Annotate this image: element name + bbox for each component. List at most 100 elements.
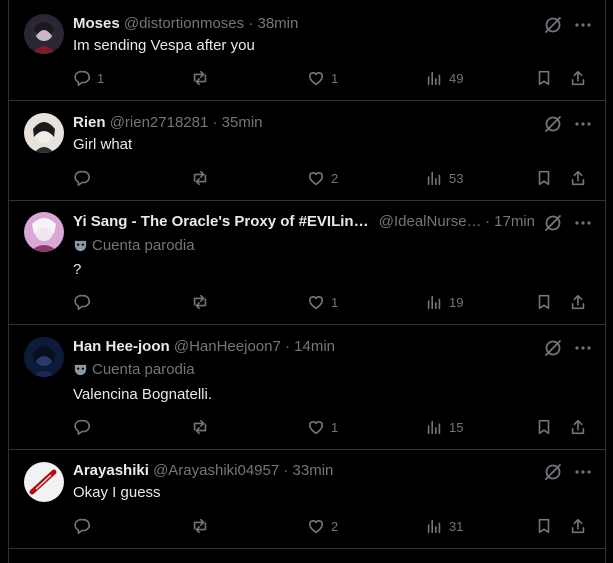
- retweet-button[interactable]: [191, 292, 215, 312]
- share-button[interactable]: [569, 516, 587, 536]
- timestamp[interactable]: 17min: [494, 213, 535, 230]
- like-button[interactable]: 1: [307, 68, 338, 88]
- user-handle[interactable]: @IdealNurse…: [379, 213, 482, 230]
- reply-button[interactable]: [73, 516, 97, 536]
- tweet-time-group: · 17min: [485, 212, 535, 232]
- like-count: 1: [331, 419, 339, 435]
- tweet[interactable]: Rien @rien2718281 · 35min Girl what 2 53: [9, 101, 605, 201]
- tweet-text: ?: [73, 261, 82, 278]
- views-icon: [427, 295, 441, 310]
- views-icon: [427, 171, 441, 186]
- like-button[interactable]: 2: [307, 168, 338, 188]
- user-handle[interactable]: @distortionmoses: [124, 15, 244, 32]
- avatar[interactable]: [24, 14, 64, 54]
- reply-count: 1: [97, 70, 105, 86]
- retweet-icon: [193, 294, 207, 310]
- display-name[interactable]: Moses: [73, 15, 120, 32]
- mask-icon: [74, 364, 87, 376]
- avatar[interactable]: [24, 462, 64, 502]
- user-handle[interactable]: @HanHeejoon7: [174, 338, 281, 355]
- retweet-button[interactable]: [191, 68, 215, 88]
- like-count: 2: [331, 518, 339, 534]
- tweet-actions: 2 53: [73, 168, 593, 188]
- more-options-icon[interactable]: [573, 114, 593, 134]
- reply-button[interactable]: 1: [73, 68, 104, 88]
- reply-button[interactable]: [73, 168, 97, 188]
- share-icon: [571, 419, 585, 435]
- bookmark-icon: [538, 70, 550, 86]
- tweet[interactable]: Arayashiki @Arayashiki04957 · 33min Okay…: [9, 450, 605, 549]
- bookmark-button[interactable]: [535, 168, 553, 188]
- like-button[interactable]: 2: [307, 516, 338, 536]
- view-count: 19: [449, 294, 464, 310]
- reply-icon: [74, 419, 90, 436]
- retweet-button[interactable]: [191, 168, 215, 188]
- avatar[interactable]: [24, 113, 64, 153]
- bookmark-button[interactable]: [535, 68, 553, 88]
- bookmark-button[interactable]: [535, 516, 553, 536]
- retweet-button[interactable]: [191, 417, 215, 437]
- parody-label: Cuenta parodia: [73, 360, 195, 380]
- bookmark-button[interactable]: [535, 417, 553, 437]
- timestamp[interactable]: 38min: [257, 15, 298, 32]
- tweet[interactable]: Moses @distortionmoses · 38min Im sendin…: [9, 0, 605, 101]
- more-options-icon[interactable]: [573, 15, 593, 35]
- display-name[interactable]: Han Hee-joon: [73, 338, 170, 355]
- reply-icon: [74, 294, 90, 311]
- heart-icon: [308, 421, 324, 435]
- grok-icon[interactable]: [543, 338, 563, 358]
- tweet-header: Moses @distortionmoses · 38min: [73, 14, 545, 34]
- display-name[interactable]: Rien: [73, 114, 106, 131]
- tweet-text: Girl what: [73, 136, 133, 153]
- views-button[interactable]: 31: [425, 516, 463, 536]
- user-handle[interactable]: @rien2718281: [110, 114, 209, 131]
- share-button[interactable]: [569, 292, 587, 312]
- retweet-button[interactable]: [191, 516, 215, 536]
- reply-button[interactable]: [73, 417, 97, 437]
- share-icon: [571, 70, 585, 86]
- grok-icon[interactable]: [543, 114, 563, 134]
- display-name[interactable]: Yi Sang - The Oracle's Proxy of #EVILin…: [73, 213, 369, 230]
- views-button[interactable]: 49: [425, 68, 463, 88]
- tweet[interactable]: Han Hee-joon @HanHeejoon7 · 14min Cuenta…: [9, 325, 605, 450]
- more-options-icon[interactable]: [573, 338, 593, 358]
- like-count: 2: [331, 170, 339, 186]
- tweet-actions: 1 15: [73, 417, 593, 437]
- reply-button[interactable]: [73, 292, 97, 312]
- separator-dot: ·: [484, 213, 490, 230]
- user-handle[interactable]: @Arayashiki04957: [153, 462, 279, 479]
- parody-text: Cuenta parodia: [92, 361, 195, 378]
- view-count: 49: [449, 70, 464, 86]
- separator-dot: ·: [248, 15, 254, 32]
- tweet-text: Im sending Vespa after you: [73, 37, 255, 54]
- bookmark-button[interactable]: [535, 292, 553, 312]
- timestamp[interactable]: 33min: [293, 462, 334, 479]
- views-button[interactable]: 53: [425, 168, 463, 188]
- like-button[interactable]: 1: [307, 417, 338, 437]
- tweet[interactable]: Yi Sang - The Oracle's Proxy of #EVILin……: [9, 201, 605, 325]
- avatar[interactable]: [24, 337, 64, 377]
- reply-icon: [74, 70, 90, 87]
- heart-icon: [308, 296, 324, 310]
- like-button[interactable]: 1: [307, 292, 338, 312]
- grok-icon[interactable]: [543, 15, 563, 35]
- share-button[interactable]: [569, 168, 587, 188]
- view-count: 53: [449, 170, 464, 186]
- share-button[interactable]: [569, 417, 587, 437]
- more-options-icon[interactable]: [573, 213, 593, 233]
- tweet-header: Rien @rien2718281 · 35min: [73, 113, 545, 133]
- display-name[interactable]: Arayashiki: [73, 462, 149, 479]
- avatar[interactable]: [24, 212, 64, 252]
- views-button[interactable]: 19: [425, 292, 463, 312]
- grok-icon[interactable]: [543, 462, 563, 482]
- tweet-actions: 1 1 49: [73, 68, 593, 88]
- views-button[interactable]: 15: [425, 417, 463, 437]
- separator-dot: ·: [283, 462, 289, 479]
- timestamp[interactable]: 35min: [222, 114, 263, 131]
- grok-icon[interactable]: [543, 213, 563, 233]
- share-button[interactable]: [569, 68, 587, 88]
- timestamp[interactable]: 14min: [294, 338, 335, 355]
- bookmark-icon: [538, 170, 550, 186]
- tweet-header: Yi Sang - The Oracle's Proxy of #EVILin……: [73, 212, 525, 232]
- more-options-icon[interactable]: [573, 462, 593, 482]
